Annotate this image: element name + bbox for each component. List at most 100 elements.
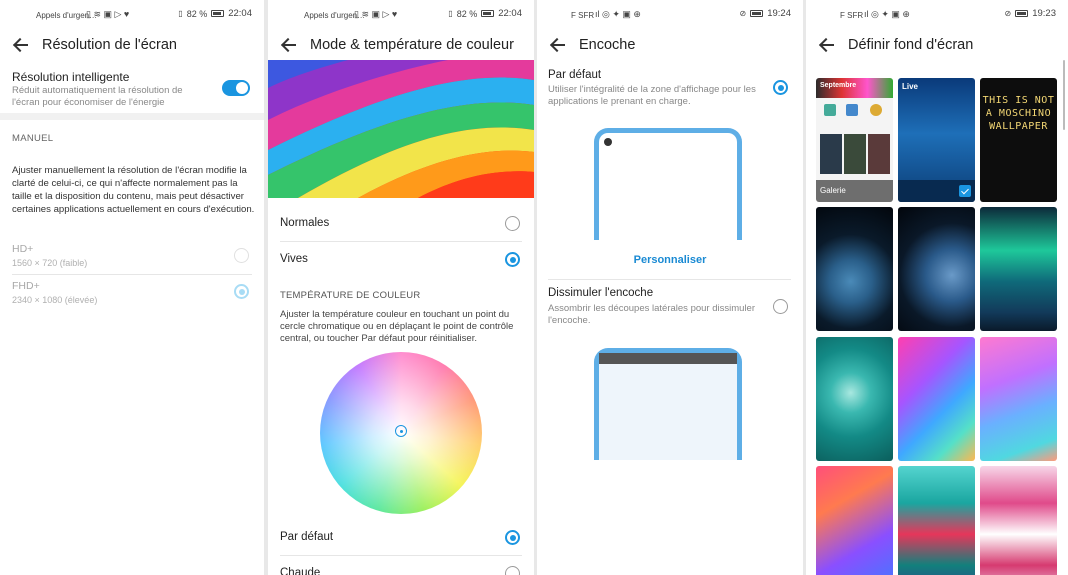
battery-percent: 82 %: [456, 8, 478, 19]
app-bar: Résolution de l'écran: [0, 32, 264, 58]
status-right: ▯ 82 % 22:04: [178, 8, 252, 19]
manual-description: Ajuster manuellement la résolution de l'…: [12, 165, 255, 215]
customize-link[interactable]: Personnaliser: [537, 254, 803, 266]
status-time: 22:04: [228, 8, 252, 19]
radio-default[interactable]: [505, 530, 520, 545]
status-icons: ▯ ≋ ▣ ▷ ♥: [354, 9, 398, 19]
status-time: 19:23: [1032, 8, 1056, 19]
smart-resolution-description: Réduit automatiquement la résolution de …: [12, 85, 183, 108]
wallpaper-gradient-2[interactable]: [980, 337, 1057, 461]
wallpaper-gradient-3[interactable]: [816, 466, 893, 575]
divider: [12, 274, 252, 275]
back-arrow-icon[interactable]: [280, 36, 298, 54]
moschino-text: THIS IS NOT A MOSCHINO WALLPAPER: [982, 95, 1055, 132]
radio-fhd[interactable]: [234, 284, 249, 299]
mode-label: Vives: [280, 253, 308, 265]
smart-resolution-toggle[interactable]: [222, 80, 250, 96]
status-icons: ıl ◎ ✦ ▣ ⊕: [864, 9, 910, 19]
page-title: Mode & température de couleur: [310, 37, 514, 53]
status-time: 19:24: [767, 8, 791, 19]
status-icons: ıl ◎ ✦ ▣ ⊕: [595, 9, 641, 19]
app-bar: Mode & température de couleur: [268, 32, 534, 58]
page-title: Résolution de l'écran: [42, 37, 177, 53]
status-bar: Appels d'urgen… ▯ ≋ ▣ ▷ ♥ ▯ 82 % 22:04: [0, 8, 264, 24]
radio-normal[interactable]: [505, 216, 520, 231]
color-wheel-handle[interactable]: [395, 425, 407, 437]
mode-label: Normales: [280, 217, 330, 229]
divider: [548, 279, 791, 280]
smart-resolution-label: Résolution intelligente: [12, 70, 130, 84]
divider: [280, 555, 522, 556]
status-carrier: F SFR: [571, 11, 595, 20]
scrollbar[interactable]: [1063, 60, 1065, 130]
screen-wallpaper: F SFR ıl ◎ ✦ ▣ ⊕ ⊘ 19:23 Définir fond d'…: [806, 0, 1068, 575]
battery-icon: [481, 10, 495, 17]
status-time: 22:04: [498, 8, 522, 19]
back-arrow-icon[interactable]: [549, 36, 567, 54]
app-bar: Encoche: [537, 32, 803, 58]
wallpaper-flower-pink[interactable]: [980, 466, 1057, 575]
battery-icon: [1015, 10, 1029, 17]
status-bar: F SFR ıl ◎ ✦ ▣ ⊕ ⊘ 19:23: [806, 8, 1068, 24]
radio-hd[interactable]: [234, 248, 249, 263]
option-label: HD+: [12, 243, 34, 255]
wallpaper-aurora[interactable]: [980, 207, 1057, 331]
option-description: Assombrir les découpes latérales pour di…: [548, 303, 755, 326]
screen-resolution: Appels d'urgen… ▯ ≋ ▣ ▷ ♥ ▯ 82 % 22:04 R…: [0, 0, 264, 575]
battery-icon: [211, 10, 225, 17]
option-label: FHD+: [12, 280, 40, 292]
camera-notch-icon: [604, 138, 612, 146]
option-label: Par défaut: [548, 69, 602, 81]
temp-label: Chaude: [280, 567, 321, 575]
option-label: Dissimuler l'encoche: [548, 287, 654, 299]
wallpaper-flower-teal[interactable]: [898, 466, 975, 575]
mute-icon: ⊘: [1004, 9, 1012, 18]
status-bar: F SFR ıl ◎ ✦ ▣ ⊕ ⊘ 19:24: [537, 8, 803, 24]
status-carrier: F SFR: [840, 11, 864, 20]
temp-label: Par défaut: [280, 531, 334, 543]
divider: [280, 241, 522, 242]
wallpaper-teal-swirl[interactable]: [816, 337, 893, 461]
radio-vivid[interactable]: [505, 252, 520, 267]
wallpaper-live-ocean[interactable]: Live: [898, 78, 975, 202]
app-bar: Définir fond d'écran: [806, 32, 1068, 58]
wallpaper-earth-2[interactable]: [898, 207, 975, 331]
option-sub: 1560 × 720 (faible): [12, 258, 88, 268]
live-badge: Live: [902, 82, 919, 91]
vibrate-icon: ▯: [178, 9, 183, 18]
option-sub: 2340 × 1080 (élevée): [12, 295, 98, 305]
status-right: ⊘ 19:24: [740, 8, 791, 19]
battery-icon: [750, 10, 764, 17]
gallery-header: Septembre: [820, 82, 857, 89]
back-arrow-icon[interactable]: [12, 36, 30, 54]
status-icons: ▯ ≋ ▣ ▷ ♥: [86, 9, 130, 19]
phone-preview-hidden: [594, 348, 742, 460]
section-header-temperature: TEMPÉRATURE DE COULEUR: [280, 290, 421, 301]
radio-warm[interactable]: [505, 566, 520, 575]
radio-notch-hide[interactable]: [773, 299, 788, 314]
back-arrow-icon[interactable]: [818, 36, 836, 54]
section-header-manual: MANUEL: [12, 133, 54, 144]
section-separator: [0, 113, 264, 120]
gallery-label: Galerie: [820, 186, 846, 195]
page-title: Encoche: [579, 37, 636, 53]
vibrate-icon: ▯: [448, 9, 453, 18]
status-bar: Appels d'urgen… ▯ ≋ ▣ ▷ ♥ ▯ 82 % 22:04: [268, 8, 534, 24]
wallpaper-moschino[interactable]: THIS IS NOT A MOSCHINO WALLPAPER: [980, 78, 1057, 202]
battery-percent: 82 %: [186, 8, 208, 19]
page-title: Définir fond d'écran: [848, 37, 974, 53]
wallpaper-gradient-1[interactable]: [898, 337, 975, 461]
radio-notch-default[interactable]: [773, 80, 788, 95]
wallpaper-earth-1[interactable]: [816, 207, 893, 331]
preview-image: [268, 60, 534, 198]
status-right: ⊘ 19:23: [1005, 8, 1056, 19]
screen-notch: F SFR ıl ◎ ✦ ▣ ⊕ ⊘ 19:24 Encoche Par déf…: [537, 0, 803, 575]
option-description: Utiliser l'intégralité de la zone d'affi…: [548, 84, 756, 107]
temperature-description: Ajuster la température couleur en toucha…: [280, 309, 514, 344]
wallpaper-gallery-tile[interactable]: Septembre Galerie: [816, 78, 893, 202]
phone-preview-default: [594, 128, 742, 240]
mute-icon: ⊘: [739, 9, 747, 18]
selected-check-icon: [959, 185, 971, 197]
hidden-notch-bar: [599, 353, 737, 364]
status-right: ▯ 82 % 22:04: [448, 8, 522, 19]
